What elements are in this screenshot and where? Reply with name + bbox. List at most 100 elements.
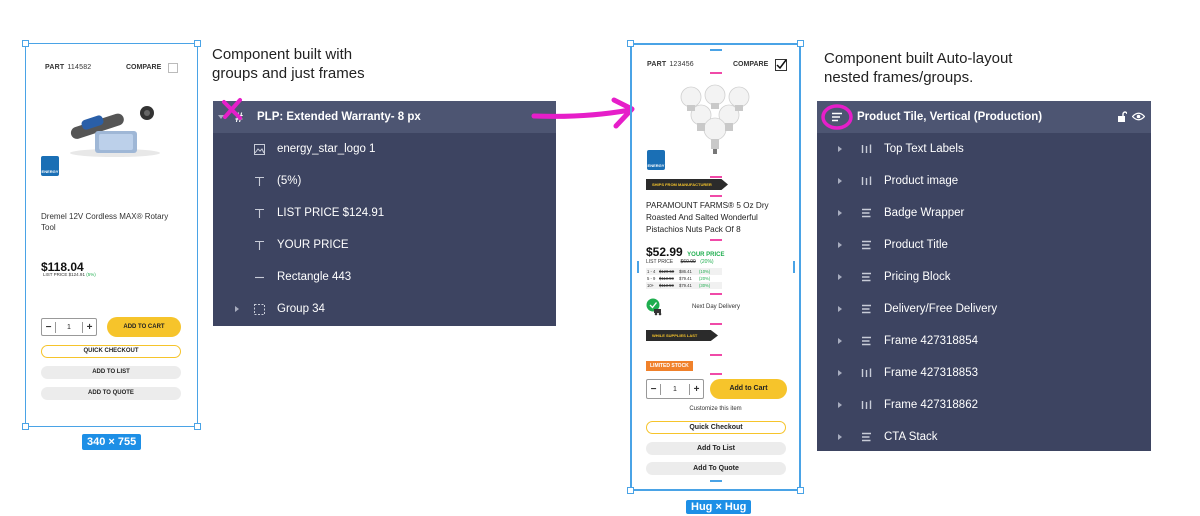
ships-badge: SHIPS FROM MANUFACTURER bbox=[646, 179, 728, 190]
layer-row[interactable]: Frame 427318853 bbox=[817, 357, 1151, 389]
layer-row-label: energy_star_logo 1 bbox=[277, 143, 376, 155]
limited-stock-badge: LIMITED STOCK bbox=[646, 361, 693, 371]
layer-row-label: CTA Stack bbox=[884, 431, 938, 443]
resize-handle[interactable] bbox=[194, 423, 201, 430]
add-to-quote-button[interactable]: Add To Quote bbox=[646, 462, 786, 475]
expand-caret-icon[interactable] bbox=[838, 402, 842, 408]
qty-minus-button[interactable]: − bbox=[42, 321, 56, 333]
image-icon bbox=[251, 143, 267, 155]
layer-row[interactable]: YOUR PRICE bbox=[213, 229, 556, 261]
qty-plus-button[interactable]: + bbox=[689, 383, 703, 395]
part-label: PART 114582 bbox=[45, 64, 92, 71]
layer-row[interactable]: Pricing Block bbox=[817, 261, 1151, 293]
layer-row[interactable]: energy_star_logo 1 bbox=[213, 133, 556, 165]
spacing-marker bbox=[710, 373, 722, 375]
expand-caret-icon[interactable] bbox=[838, 274, 842, 280]
resize-handle[interactable] bbox=[627, 40, 634, 47]
expand-caret-icon[interactable] bbox=[838, 338, 842, 344]
your-price-label: YOUR PRICE bbox=[687, 252, 725, 258]
add-to-cart-button[interactable]: ADD TO CART bbox=[107, 317, 181, 337]
expand-caret-icon[interactable] bbox=[838, 146, 842, 152]
layer-header[interactable]: # PLP: Extended Warranty- 8 px bbox=[213, 101, 556, 133]
product-title[interactable]: PARAMOUNT FARMS® 5 Oz Dry Roasted And Sa… bbox=[646, 200, 786, 236]
spacing-marker bbox=[710, 239, 722, 241]
quantity-stepper[interactable]: − 1 + bbox=[646, 379, 704, 399]
expand-caret-icon[interactable] bbox=[838, 306, 842, 312]
left-product-card[interactable]: PART 114582 COMPARE ENERGY Dremel 12V Cor… bbox=[22, 40, 201, 430]
expand-caret-icon[interactable] bbox=[838, 242, 842, 248]
resize-handle[interactable] bbox=[22, 40, 29, 47]
tier-now: $86.41 bbox=[679, 269, 692, 274]
tier-pct: (20%) bbox=[699, 276, 711, 281]
resize-handle[interactable] bbox=[627, 487, 634, 494]
vertical-autolayout-icon bbox=[858, 176, 874, 186]
layer-row[interactable]: Delivery/Free Delivery bbox=[817, 293, 1151, 325]
resize-handle[interactable] bbox=[22, 423, 29, 430]
layer-row-label: LIST PRICE $124.91 bbox=[277, 207, 385, 219]
annotation-arrow bbox=[531, 97, 635, 129]
product-name[interactable]: Dremel 12V Cordless MAX® Rotary Tool bbox=[41, 211, 171, 233]
layer-row-label: Frame 427318854 bbox=[884, 335, 978, 347]
compare-checkbox[interactable] bbox=[775, 59, 787, 71]
add-to-cart-button[interactable]: Add to Cart bbox=[710, 379, 787, 399]
layer-row[interactable]: (5%) bbox=[213, 165, 556, 197]
qty-value[interactable]: 1 bbox=[661, 386, 689, 393]
horizontal-autolayout-icon bbox=[858, 336, 874, 346]
expand-caret-icon[interactable] bbox=[235, 306, 239, 312]
line-icon bbox=[251, 272, 267, 283]
quick-checkout-button[interactable]: QUICK CHECKOUT bbox=[41, 345, 181, 358]
spacing-marker bbox=[637, 261, 639, 273]
layer-row-label: Badge Wrapper bbox=[884, 207, 965, 219]
unlock-icon[interactable] bbox=[1117, 111, 1127, 122]
layer-row[interactable]: CTA Stack bbox=[817, 421, 1151, 453]
vertical-autolayout-icon bbox=[858, 400, 874, 410]
product-image bbox=[675, 83, 755, 163]
layer-row[interactable]: Product Title bbox=[817, 229, 1151, 261]
quick-checkout-button[interactable]: Quick Checkout bbox=[646, 421, 786, 434]
layer-row[interactable]: Top Text Labels bbox=[817, 133, 1151, 165]
layer-row-label: YOUR PRICE bbox=[277, 239, 349, 251]
layer-row[interactable]: Group 34 bbox=[213, 293, 556, 325]
resize-handle[interactable] bbox=[797, 40, 804, 47]
layer-row[interactable]: LIST PRICE $124.91 bbox=[213, 197, 556, 229]
compare-checkbox[interactable] bbox=[168, 63, 178, 73]
horizontal-autolayout-icon bbox=[858, 240, 874, 250]
size-badge: Hug × Hug bbox=[686, 500, 752, 514]
qty-value[interactable]: 1 bbox=[56, 324, 82, 331]
layer-row[interactable]: Frame 427318862 bbox=[817, 389, 1151, 421]
layer-row[interactable]: Rectangle 443 bbox=[213, 261, 556, 293]
qty-plus-button[interactable]: + bbox=[82, 321, 96, 333]
add-to-quote-button[interactable]: ADD TO QUOTE bbox=[41, 387, 181, 400]
spacing-marker bbox=[710, 195, 722, 197]
resize-handle[interactable] bbox=[797, 487, 804, 494]
layer-header[interactable]: Product Tile, Vertical (Production) bbox=[817, 101, 1151, 133]
right-product-card[interactable]: PART 123456 COMPARE ENERGY SHIPS FROM MAN… bbox=[627, 40, 804, 494]
layer-row-label: Frame 427318862 bbox=[884, 399, 978, 411]
add-to-list-button[interactable]: ADD TO LIST bbox=[41, 366, 181, 379]
customize-link[interactable]: Customize this item bbox=[630, 406, 801, 412]
layer-row-label: Rectangle 443 bbox=[277, 271, 352, 283]
qty-minus-button[interactable]: − bbox=[647, 383, 661, 395]
expand-caret-icon[interactable] bbox=[838, 370, 842, 376]
expand-caret-icon[interactable] bbox=[838, 434, 842, 440]
layer-row-label: Delivery/Free Delivery bbox=[884, 303, 998, 315]
eye-icon[interactable] bbox=[1132, 112, 1145, 121]
layer-header-label: Product Tile, Vertical (Production) bbox=[857, 111, 1043, 123]
layer-row[interactable]: Frame 427318854 bbox=[817, 325, 1151, 357]
expand-caret-icon[interactable] bbox=[838, 178, 842, 184]
resize-handle[interactable] bbox=[194, 40, 201, 47]
quantity-stepper[interactable]: − 1 + bbox=[41, 318, 97, 336]
expand-caret-icon[interactable] bbox=[838, 210, 842, 216]
spacing-marker bbox=[710, 323, 722, 325]
layer-row-label: Pricing Block bbox=[884, 271, 951, 283]
tier-row: 1 - 4 $120.50 $86.41 (10%) bbox=[646, 268, 722, 275]
layer-row[interactable]: Badge Wrapper bbox=[817, 197, 1151, 229]
layer-row-label: (5%) bbox=[277, 175, 302, 187]
layer-row[interactable]: Product image bbox=[817, 165, 1151, 197]
spacing-marker bbox=[710, 354, 722, 356]
add-to-list-button[interactable]: Add To List bbox=[646, 442, 786, 455]
horizontal-autolayout-icon bbox=[858, 208, 874, 218]
tier-row: 10+ $113.59 $79.41 (30%) bbox=[646, 282, 722, 289]
compare-label: COMPARE bbox=[733, 61, 769, 68]
vertical-autolayout-icon bbox=[858, 368, 874, 378]
